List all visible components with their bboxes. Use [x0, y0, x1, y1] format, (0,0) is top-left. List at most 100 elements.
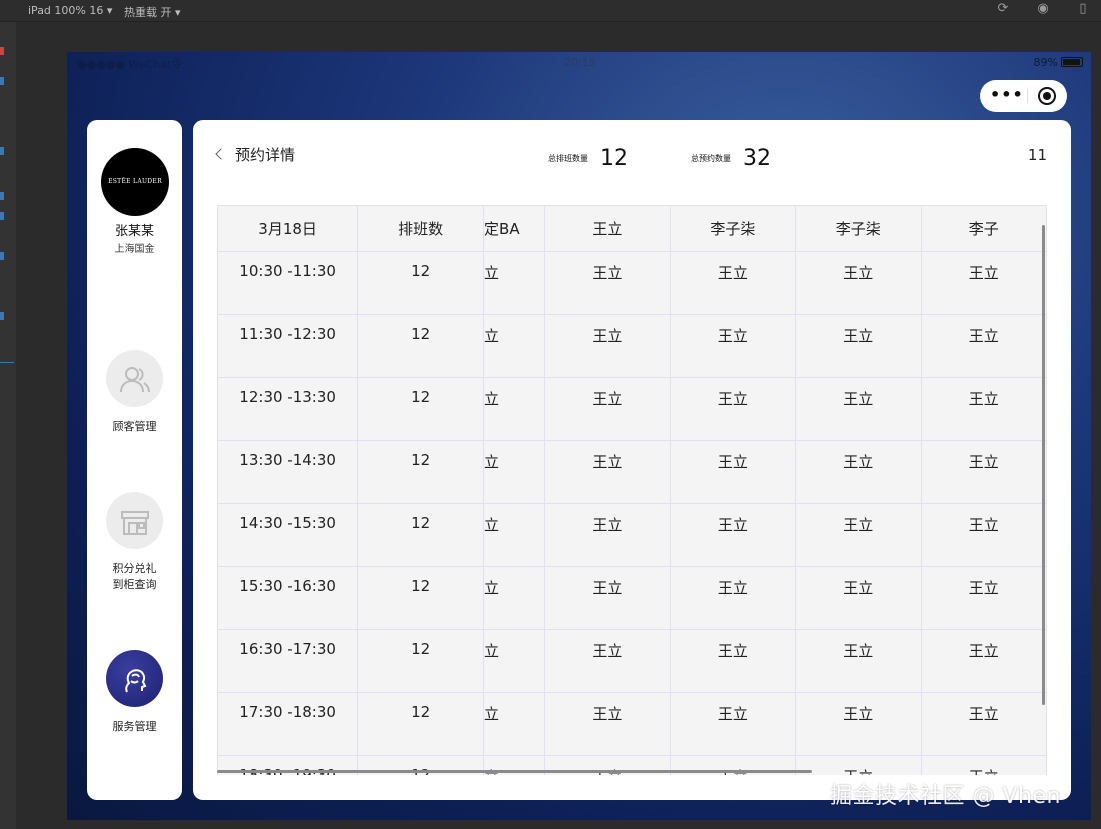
table-row: 13:30 -14:30 12 立 王立 王立 王立 王立: [217, 440, 1047, 504]
staff-cell[interactable]: 王立: [544, 566, 671, 630]
staff-cell[interactable]: 王立: [795, 692, 922, 756]
staff-cell[interactable]: 王立: [669, 314, 797, 378]
column-header: 李子: [920, 205, 1047, 252]
staff-cell[interactable]: 王立: [669, 503, 797, 567]
staff-cell[interactable]: 立: [483, 251, 546, 315]
total-booked-label: 总预约数量: [691, 154, 731, 163]
chevron-left-icon: [215, 148, 227, 160]
staff-cell[interactable]: 王立: [795, 440, 922, 504]
staff-cell[interactable]: 王立: [795, 377, 922, 441]
count-cell: 12: [357, 251, 485, 315]
staff-cell[interactable]: 王立: [669, 692, 797, 756]
staff-cell[interactable]: 立: [483, 629, 546, 693]
phone-icon[interactable]: ▯: [1075, 1, 1091, 17]
staff-cell[interactable]: 王立: [669, 377, 797, 441]
battery-icon: [1061, 57, 1083, 67]
staff-cell[interactable]: 王立: [669, 440, 797, 504]
staff-cell[interactable]: 王立: [795, 755, 922, 775]
staff-cell[interactable]: 王立: [920, 251, 1047, 315]
count-cell: 12: [357, 629, 485, 693]
staff-cell[interactable]: 王立: [920, 755, 1047, 775]
sidebar-item-customers[interactable]: 顾客管理: [87, 350, 182, 435]
staff-cell[interactable]: 立: [483, 377, 546, 441]
total-shifts-label: 总排班数量: [548, 154, 588, 163]
page-title: 预约详情: [235, 146, 296, 164]
column-header: 李子柒: [795, 205, 922, 252]
header-right-value: 11: [1027, 146, 1047, 164]
date-header: 3月18日: [217, 205, 359, 252]
sidebar-item-label: 服务管理: [112, 720, 157, 733]
sidebar-item-label: 积分兑礼 到柜查询: [112, 562, 157, 591]
staff-cell[interactable]: 王立: [544, 314, 671, 378]
staff-cell[interactable]: 王立: [544, 440, 671, 504]
carrier-text: ●●●●● WeChat令: [77, 58, 183, 71]
staff-cell[interactable]: 王立: [544, 251, 671, 315]
count-cell: 12: [357, 377, 485, 441]
staff-cell[interactable]: 王立: [669, 566, 797, 630]
count-cell: 12: [357, 503, 485, 567]
staff-cell[interactable]: 王立: [920, 503, 1047, 567]
schedule-table[interactable]: 3月18日 排班数 定BA 王立 李子柒 李子柒 李子 10:30 -11:30…: [217, 205, 1047, 775]
table-row: 15:30 -16:30 12 立 王立 王立 王立 王立: [217, 566, 1047, 630]
count-cell: 12: [357, 440, 485, 504]
staff-cell[interactable]: 立: [483, 440, 546, 504]
staff-cell[interactable]: 王立: [920, 377, 1047, 441]
close-target-icon[interactable]: [1038, 87, 1056, 105]
table-row: 16:30 -17:30 12 立 王立 王立 王立 王立: [217, 629, 1047, 693]
table-header-row: 3月18日 排班数 定BA 王立 李子柒 李子柒 李子: [217, 205, 1047, 252]
total-booked-value: 32: [743, 146, 771, 171]
staff-cell[interactable]: 王立: [544, 692, 671, 756]
sidebar: ESTĒE LAUDER 张某某 上海国金 顾客管理 积分兑礼 到柜查询 服务管…: [87, 120, 182, 800]
table-row: 10:30 -11:30 12 立 王立 王立 王立 王立: [217, 251, 1047, 315]
table-row: 17:30 -18:30 12 立 王立 王立 王立 王立: [217, 692, 1047, 756]
staff-cell[interactable]: 王立: [795, 566, 922, 630]
staff-cell[interactable]: 王立: [920, 314, 1047, 378]
total-shifts-value: 12: [600, 146, 628, 171]
sidebar-item-service[interactable]: 服务管理: [87, 650, 182, 735]
staff-cell[interactable]: 王立: [795, 314, 922, 378]
hot-reload-toggle[interactable]: 热重载 开 ▾: [124, 4, 181, 20]
staff-cell[interactable]: 王立: [920, 566, 1047, 630]
back-button[interactable]: 预约详情: [215, 144, 296, 165]
staff-cell[interactable]: 王立: [920, 692, 1047, 756]
ide-side-strip: [0, 22, 16, 829]
sidebar-item-points[interactable]: 积分兑礼 到柜查询: [87, 492, 182, 593]
staff-cell[interactable]: 王立: [920, 440, 1047, 504]
device-select[interactable]: iPad 100% 16 ▾: [28, 4, 112, 17]
more-icon[interactable]: •••: [990, 85, 1024, 104]
time-cell: 14:30 -15:30: [217, 503, 359, 567]
staff-cell[interactable]: 王立: [795, 503, 922, 567]
time-cell: 17:30 -18:30: [217, 692, 359, 756]
miniprogram-capsule: •••: [980, 80, 1067, 112]
staff-cell[interactable]: 立: [483, 692, 546, 756]
main-panel: 预约详情 总排班数量 12 总预约数量 32 11 3月18日 排班数 定BA 王立…: [193, 120, 1071, 800]
staff-cell[interactable]: 王立: [544, 503, 671, 567]
staff-cell[interactable]: 立: [483, 314, 546, 378]
staff-cell[interactable]: 王立: [795, 629, 922, 693]
staff-cell[interactable]: 王立: [544, 377, 671, 441]
service-icon: [106, 650, 163, 707]
store-icon: [106, 492, 163, 549]
customers-icon: [106, 350, 163, 407]
rotate-icon[interactable]: ⟳: [995, 1, 1011, 17]
ide-toolbar: iPad 100% 16 ▾ 热重载 开 ▾ ⟳ ◉ ▯: [0, 0, 1101, 22]
staff-cell[interactable]: 立: [483, 566, 546, 630]
staff-cell[interactable]: 王立: [669, 629, 797, 693]
total-booked-stat: 总预约数量 32: [691, 146, 771, 171]
device-screen: ●●●●● WeChat令 20:15 89% ••• ESTĒE LAUDER…: [67, 52, 1091, 820]
horizontal-scrollbar[interactable]: [217, 770, 812, 773]
count-cell: 12: [357, 314, 485, 378]
brand-logo: ESTĒE LAUDER: [101, 148, 169, 216]
record-icon[interactable]: ◉: [1035, 1, 1051, 17]
staff-cell[interactable]: 王立: [920, 629, 1047, 693]
staff-cell[interactable]: 王立: [795, 251, 922, 315]
staff-cell[interactable]: 立: [483, 503, 546, 567]
column-header: 李子柒: [669, 205, 797, 252]
vertical-scrollbar[interactable]: [1042, 225, 1045, 705]
table-row: 12:30 -13:30 12 立 王立 王立 王立 王立: [217, 377, 1047, 441]
time-cell: 16:30 -17:30: [217, 629, 359, 693]
staff-cell[interactable]: 王立: [669, 251, 797, 315]
time-cell: 12:30 -13:30: [217, 377, 359, 441]
staff-cell[interactable]: 王立: [544, 629, 671, 693]
column-header: 王立: [544, 205, 671, 252]
